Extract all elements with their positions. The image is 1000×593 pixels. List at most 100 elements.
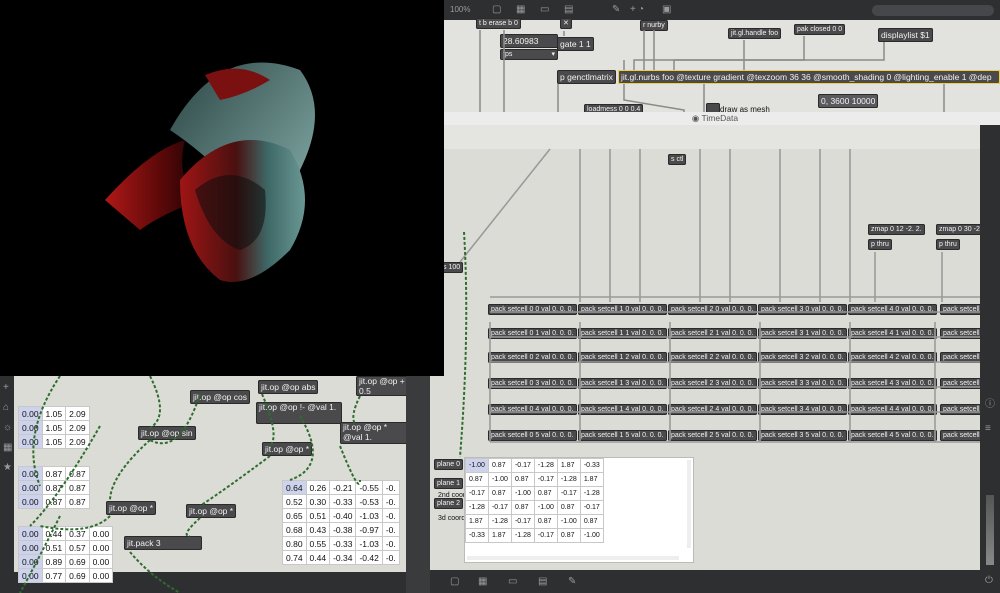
grid-icon[interactable]: ▦ (478, 576, 487, 587)
table-cell[interactable]: 0.87 (579, 514, 604, 529)
table-cell[interactable]: 0.87 (510, 472, 535, 487)
table-cell[interactable]: 0.00 (88, 568, 114, 583)
table-cell[interactable]: 0.30 (305, 494, 331, 509)
table-cell[interactable]: 0.87 (533, 514, 558, 529)
presentation-icon[interactable]: ▤ (538, 576, 547, 587)
table-cell[interactable]: -0.17 (533, 528, 558, 543)
table-cell[interactable]: 0.89 (41, 554, 67, 569)
list-icon[interactable]: ≡ (985, 423, 991, 434)
matrix-table[interactable]: -1.00 0.87 -0.17 -1.28 1.87 -0.33 0.87 -1.00 0.8… (465, 458, 604, 543)
table-cell[interactable]: 0.00 (88, 540, 114, 555)
table-cell[interactable]: -1.28 (487, 514, 512, 529)
table-cell[interactable]: -0.38 (329, 522, 357, 537)
table-cell[interactable]: 1.87 (556, 458, 581, 473)
mul-object-mid[interactable]: jit.op @op * (186, 504, 237, 518)
table-cell[interactable]: 0.69 (65, 554, 90, 569)
cos-object[interactable]: jit.op @op cos (190, 390, 250, 404)
table-cell[interactable]: 0.52 (282, 494, 307, 509)
table-cell[interactable]: -0.17 (465, 486, 489, 501)
table-cell[interactable]: -0. (381, 550, 400, 565)
table-cell[interactable]: -0. (381, 522, 400, 537)
table-cell[interactable]: 0.87 (556, 500, 581, 515)
table-cell[interactable]: -1.00 (533, 500, 558, 515)
table-cell[interactable]: -0.53 (355, 494, 383, 509)
table-cell[interactable]: 0.65 (282, 508, 307, 523)
table-cell[interactable]: 0.37 (65, 526, 90, 541)
table-cell[interactable]: -0.33 (465, 528, 489, 543)
plane-0-button[interactable]: plane 0 (434, 459, 463, 470)
cellblock-4[interactable]: 0.64 0.26 -0.21 -0.55 -0. 0.52 0.30 -0.33 -0.53-… (282, 480, 400, 565)
table-cell[interactable]: 0.00 (18, 494, 43, 509)
mul-object-top[interactable]: jit.op @op * (262, 442, 313, 456)
table-cell[interactable]: 0.00 (88, 526, 114, 541)
table-cell[interactable]: 1.87 (487, 528, 512, 543)
pack-setcell-object[interactable]: pack setcell 1 0 val 0. 0. 0. (578, 304, 667, 315)
table-cell[interactable]: 1.87 (579, 472, 604, 487)
table-cell[interactable]: 0.87 (487, 458, 512, 473)
table-cell[interactable]: -0.33 (579, 458, 604, 473)
pack-setcell-object[interactable]: pack setcell 1 4 val 0. 0. 0. (578, 404, 667, 415)
table-cell[interactable]: 0.43 (305, 522, 331, 537)
table-cell[interactable]: -0. (381, 508, 400, 523)
table-cell[interactable]: -1.28 (465, 500, 489, 515)
pack-setcell-object[interactable]: pack setcell 3 4 val 0. 0. 0. (758, 404, 847, 415)
table-cell[interactable]: -0.42 (355, 550, 383, 565)
comment-icon[interactable]: ▭ (508, 576, 517, 587)
table-cell[interactable]: 0.00 (18, 568, 43, 583)
table-cell[interactable]: 2.09 (65, 434, 90, 449)
table-cell[interactable]: 1.05 (41, 420, 67, 435)
abs-object[interactable]: jit.op @op abs (258, 380, 319, 394)
table-cell[interactable]: -0.17 (487, 500, 512, 515)
table-cell[interactable]: 0.87 (65, 480, 90, 495)
table-cell[interactable]: -0.17 (579, 500, 604, 515)
pack-setcell-object[interactable]: pack setcell 0 2 val 0. 0. 0. (488, 352, 577, 363)
table-cell[interactable]: -0.55 (355, 480, 383, 495)
pack-3-object[interactable]: jit.pack 3 (124, 536, 202, 550)
cellblock-3[interactable]: 0.00 0.44 0.37 0.00 0.00 0.51 0.57 0.00 0.00 0.89… (18, 526, 114, 583)
table-cell[interactable]: 0.00 (18, 480, 43, 495)
pack-setcell-object[interactable]: pack setcell 0 3 val 0. 0. 0. (488, 378, 577, 389)
plane-1-button[interactable]: plane 1 (434, 478, 463, 489)
table-cell[interactable]: -1.28 (533, 458, 558, 473)
mul-val-object[interactable]: jit.op @op * @val 1. (340, 422, 406, 444)
pack-setcell-object[interactable]: pack setcell 0 1 val 0. 0. 0. (488, 328, 577, 339)
pack-setcell-object[interactable]: pack setcell 3 1 val 0. 0. 0. (758, 328, 847, 339)
table-cell[interactable]: 0.87 (65, 466, 90, 481)
pack-setcell-object[interactable]: pack setcell 2 2 val 0. 0. 0. (668, 352, 757, 363)
table-cell[interactable]: 0.87 (510, 500, 535, 515)
cellblock-1[interactable]: 0.00 1.05 2.09 0.00 1.05 2.09 0.00 1.05 2.09 (18, 406, 90, 449)
table-cell[interactable]: 1.87 (465, 514, 489, 529)
table-cell[interactable]: 0.69 (65, 568, 90, 583)
table-cell[interactable]: -1.03 (355, 508, 383, 523)
table-cell[interactable]: 0.00 (88, 554, 114, 569)
table-cell[interactable]: 0.87 (41, 466, 67, 481)
table-cell[interactable]: 0.64 (282, 480, 307, 495)
home-icon[interactable]: ⌂ (3, 402, 9, 413)
sin-object[interactable]: jit.op @op sin (138, 426, 196, 440)
table-cell[interactable]: 0.87 (556, 528, 581, 543)
table-cell[interactable]: 0.00 (18, 554, 43, 569)
table-cell[interactable]: 0.55 (305, 536, 331, 551)
table-cell[interactable]: 0.00 (18, 526, 43, 541)
table-cell[interactable]: 2.09 (65, 420, 90, 435)
pack-setcell-object[interactable]: pack setcell 4 4 val 0. 0. 0. (848, 404, 937, 415)
not-val-object[interactable]: jit.op @op !- @val 1. (256, 402, 342, 424)
table-cell[interactable]: 0.87 (41, 480, 67, 495)
plus-object[interactable]: jit.op @op + 0.5 (356, 376, 406, 396)
table-cell[interactable]: -0.33 (329, 494, 357, 509)
zmap-object-2[interactable]: zmap 0 30 -2 (936, 224, 983, 235)
grid-icon[interactable]: ▦ (3, 442, 12, 453)
pack-setcell-object[interactable]: pack setcell 1 5 val 0. 0. 0. (578, 430, 667, 441)
table-cell[interactable]: 0.00 (18, 406, 43, 421)
table-cell[interactable]: -0.34 (329, 550, 357, 565)
table-cell[interactable]: 0.87 (41, 494, 67, 509)
pack-setcell-object[interactable]: pack setcell 4 1 val 0. 0. 0. (848, 328, 937, 339)
table-cell[interactable]: -1.28 (510, 528, 535, 543)
table-cell[interactable]: -0.17 (510, 514, 535, 529)
table-cell[interactable]: 0.87 (533, 486, 558, 501)
table-cell[interactable]: -1.00 (579, 528, 604, 543)
table-cell[interactable]: 0.00 (18, 420, 43, 435)
power-icon[interactable]: ⏻ (985, 575, 993, 586)
table-cell[interactable]: -1.00 (465, 458, 489, 473)
table-cell[interactable]: 1.05 (41, 434, 67, 449)
